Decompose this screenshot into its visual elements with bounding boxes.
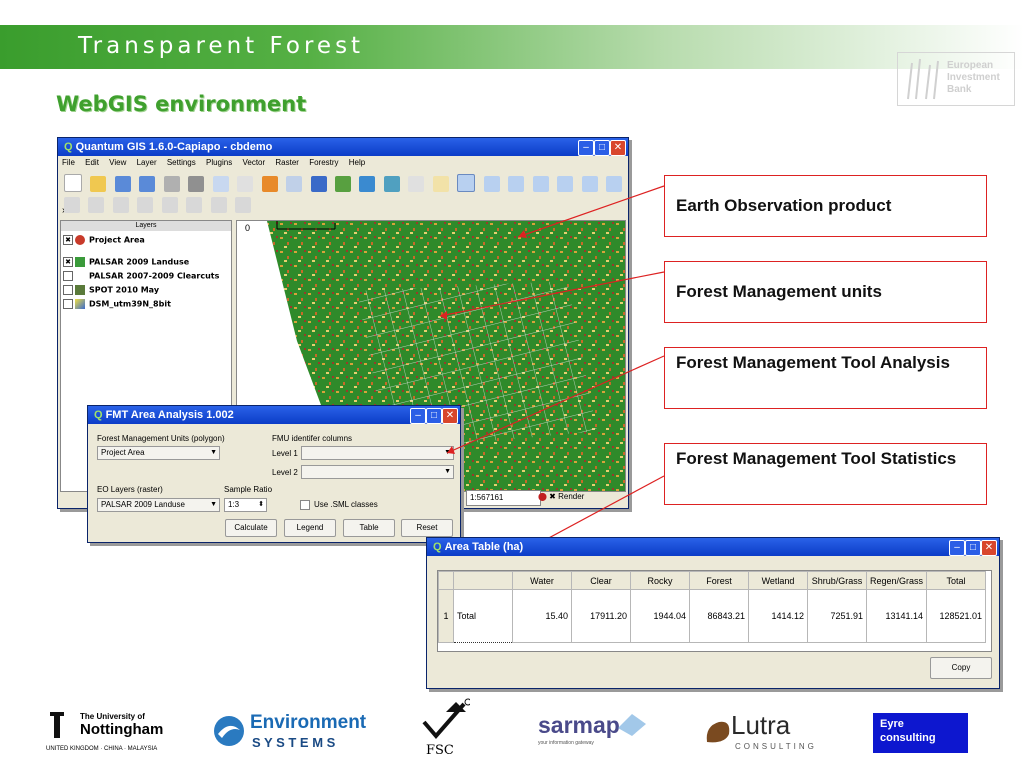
column-header[interactable]: Shrub/Grass (807, 571, 867, 590)
lutra-text: Lutra (731, 710, 791, 740)
callout-fmt-statistics: Forest Management Tool Statistics (664, 443, 987, 505)
maximize-button[interactable]: □ (965, 540, 981, 556)
callout-fmu: Forest Management units (664, 261, 987, 323)
fsc-tree-check-icon (422, 698, 470, 740)
fsc-text: FSC (426, 743, 454, 758)
column-header[interactable]: Clear (571, 571, 631, 590)
eyre-line2: consulting (880, 732, 936, 744)
copy-button[interactable]: Copy (930, 657, 992, 679)
area-table-title: Area Table (ha) (444, 541, 524, 553)
fsc-logo: FSC (418, 698, 478, 760)
table-cell[interactable]: 13141.14 (865, 589, 928, 643)
table-row: 1 Total 15.40 17911.20 1944.04 86843.21 … (438, 589, 987, 643)
area-table-grid: Water Clear Rocky Forest Wetland Shrub/G… (437, 570, 992, 652)
row-label-header (453, 571, 513, 590)
sarmap-grid-icon (618, 714, 646, 736)
qgis-logo-icon: Q (433, 541, 442, 553)
nottingham-crest-icon (50, 712, 64, 738)
callout-line-analysis (446, 355, 665, 454)
arrowhead-icon (440, 311, 447, 320)
eyre-consulting-logo: Eyre consulting (873, 713, 968, 753)
callout-fmt-analysis: Forest Management Tool Analysis (664, 347, 987, 409)
area-table: Water Clear Rocky Forest Wetland Shrub/G… (438, 571, 987, 643)
row-index: 1 (438, 589, 454, 643)
close-button[interactable]: ✕ (981, 540, 997, 556)
lutra-tagline: CONSULTING (735, 742, 817, 751)
swirl-icon (214, 716, 244, 746)
nottingham-line3: UNITED KINGDOM · CHINA · MALAYSIA (46, 746, 158, 752)
table-cell[interactable]: 15.40 (512, 589, 572, 643)
area-table-window: Q Area Table (ha) – □ ✕ Water Clear Rocky… (426, 537, 1000, 689)
table-header-row: Water Clear Rocky Forest Wetland Shrub/G… (438, 571, 987, 590)
table-cell[interactable]: 7251.91 (807, 589, 867, 643)
callout-eo-product: Earth Observation product (664, 175, 987, 237)
callout-line-fmu (439, 271, 665, 317)
area-table-titlebar[interactable]: Q Area Table (ha) (427, 538, 999, 556)
column-header[interactable]: Rocky (630, 571, 690, 590)
nottingham-line1: The University of (80, 712, 145, 721)
otter-icon (706, 721, 730, 743)
env-line2: S Y S T E M S (252, 735, 336, 750)
column-header[interactable]: Regen/Grass (865, 571, 928, 590)
env-line1: Environment (250, 712, 367, 733)
nottingham-line2: Nottingham (80, 721, 164, 738)
row-label[interactable]: Total (453, 589, 513, 643)
table-cell[interactable]: 17911.20 (571, 589, 631, 643)
table-cell[interactable]: 1944.04 (630, 589, 690, 643)
eyre-line1: Eyre (880, 718, 904, 730)
column-header[interactable]: Wetland (748, 571, 808, 590)
sarmap-logo: sarmap your information gateway (538, 712, 648, 752)
column-header[interactable]: Forest (689, 571, 749, 590)
table-cell[interactable]: 128521.01 (926, 589, 987, 643)
table-cell[interactable]: 86843.21 (689, 589, 749, 643)
column-header[interactable]: Total (926, 571, 987, 590)
lutra-logo: Lutra CONSULTING (703, 710, 823, 754)
nottingham-logo: The University of Nottingham UNITED KING… (46, 708, 176, 754)
table-cell[interactable]: 1414.12 (748, 589, 808, 643)
minimize-button[interactable]: – (949, 540, 965, 556)
sarmap-tagline: your information gateway (538, 740, 594, 746)
corner-cell (438, 571, 454, 590)
column-header[interactable]: Water (512, 571, 572, 590)
callout-line-eo (517, 185, 665, 238)
sarmap-text: sarmap (538, 712, 620, 738)
environment-systems-logo: Environment S Y S T E M S (212, 710, 366, 752)
